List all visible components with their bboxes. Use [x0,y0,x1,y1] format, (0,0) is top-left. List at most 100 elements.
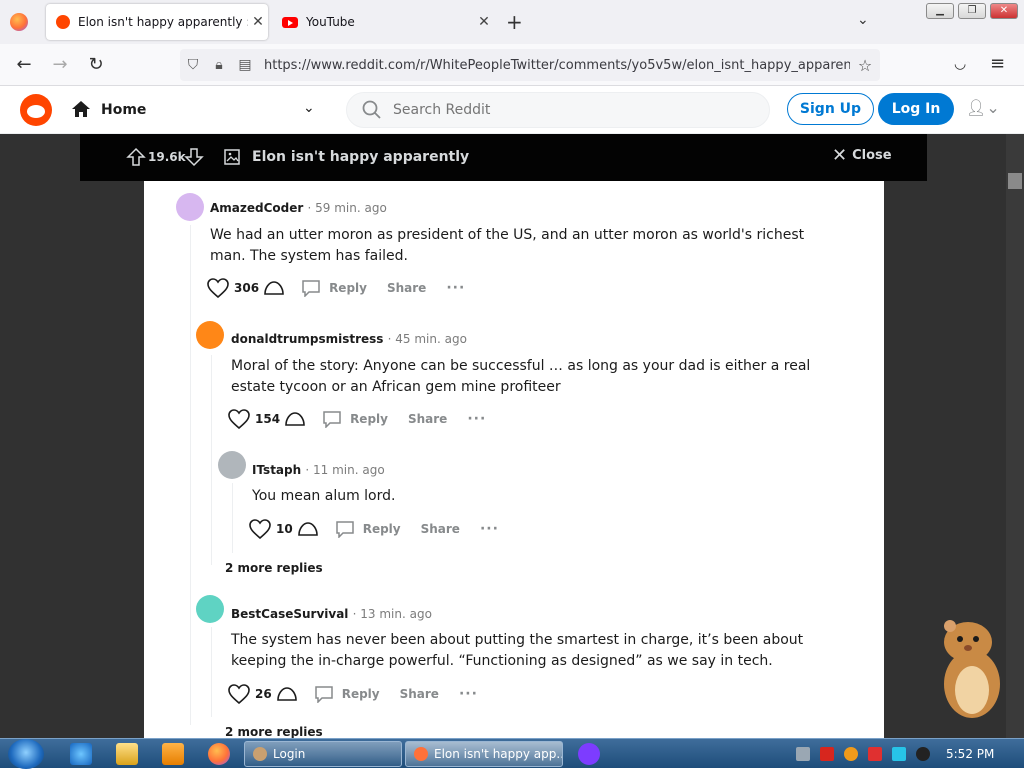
home-icon[interactable] [70,98,92,120]
pocket-icon[interactable]: ◡ [954,56,966,72]
url-bar[interactable]: ⛉ 🔒︎ ▤ https://www.reddit.com/r/WhitePeo… [180,49,880,81]
comment-author[interactable]: BestCaseSurvival [231,607,348,621]
avatar[interactable] [196,595,224,623]
volume-tray-icon[interactable] [916,747,930,761]
url-text[interactable]: https://www.reddit.com/r/WhitePeopleTwit… [264,58,850,73]
hamster-mascot-icon[interactable] [930,612,1010,722]
avatar[interactable] [196,321,224,349]
downvote-icon[interactable] [276,684,298,704]
share-button[interactable]: Share [387,281,426,295]
reply-icon[interactable] [314,685,334,703]
vote-count: 19.6k [148,150,186,164]
downvote-icon[interactable] [284,409,306,429]
display-tray-icon[interactable] [892,747,906,761]
tab-reddit-post[interactable]: Elon isn't happy apparently : Wh ✕ [46,4,268,40]
reply-button[interactable]: Reply [350,412,388,426]
search-input[interactable] [393,102,733,118]
downvote-icon[interactable] [263,278,285,298]
search-box[interactable] [346,92,770,128]
comment-time[interactable]: 45 min. ago [395,332,467,346]
more-options-icon[interactable]: ··· [480,521,499,537]
close-tab-icon[interactable]: ✕ [248,14,268,30]
thread-line[interactable] [211,627,212,717]
thread-line[interactable] [232,483,233,553]
firefox-icon[interactable] [10,13,28,31]
reader-view-icon[interactable]: ▤ [232,57,258,73]
media-player-icon[interactable] [162,743,184,765]
reload-icon[interactable]: ↻ [84,53,108,77]
reply-icon[interactable] [301,279,321,297]
share-button[interactable]: Share [421,522,460,536]
close-tab-icon[interactable]: ✕ [474,14,494,30]
thread-line[interactable] [211,355,212,565]
upvote-heart-icon[interactable] [248,518,272,540]
lock-icon[interactable]: 🔒︎ [206,57,232,73]
comment-time[interactable]: 11 min. ago [313,463,385,477]
tab-title: Elon isn't happy apparently : Wh [78,15,248,29]
shield-icon[interactable]: ⛉ [180,57,206,73]
comment-score: 154 [255,412,281,426]
tray-icon[interactable] [820,747,834,761]
more-options-icon[interactable]: ··· [446,280,465,296]
reply-icon[interactable] [322,410,342,428]
share-button[interactable]: Share [400,687,439,701]
taskbar-task-login[interactable]: Login [244,741,402,767]
comment-author-line: ITstaph · 11 min. ago [252,463,385,477]
taskbar-task-firefox[interactable]: Elon isn't happy app... [405,741,563,767]
chevron-down-icon[interactable]: ⌄ [303,100,315,116]
window-minimize-button[interactable]: ▁ [926,3,954,19]
upvote-arrow-icon[interactable] [126,147,146,167]
reply-button[interactable]: Reply [329,281,367,295]
internet-explorer-icon[interactable] [70,743,92,765]
more-replies-link[interactable]: 2 more replies [225,725,323,738]
downvote-arrow-icon[interactable] [184,147,204,167]
window-close-button[interactable]: ✕ [990,3,1018,19]
scrollbar-thumb[interactable] [1008,173,1022,189]
search-tray-icon[interactable] [844,747,858,761]
avatar[interactable] [176,193,204,221]
sign-up-button[interactable]: Sign Up [787,93,874,125]
comment-actions: 306 Reply Share ··· [206,277,465,299]
reply-icon[interactable] [335,520,355,538]
avatar[interactable] [218,451,246,479]
back-arrow-icon[interactable]: ← [12,53,36,77]
comment-author[interactable]: donaldtrumpsmistress [231,332,383,346]
home-label[interactable]: Home [101,102,146,118]
comment-author[interactable]: ITstaph [252,463,301,477]
firefox-taskbar-icon[interactable] [208,743,230,765]
more-options-icon[interactable]: ··· [467,411,486,427]
comment-time[interactable]: 13 min. ago [360,607,432,621]
comment-author-line: AmazedCoder · 59 min. ago [210,201,387,215]
thread-line[interactable] [190,225,191,725]
reply-button[interactable]: Reply [363,522,401,536]
flag-tray-icon[interactable] [868,747,882,761]
window-maximize-button[interactable]: ❐ [958,3,986,19]
comment-author[interactable]: AmazedCoder [210,201,303,215]
share-button[interactable]: Share [408,412,447,426]
more-options-icon[interactable]: ··· [459,686,478,702]
image-post-icon [224,149,240,165]
chevron-down-icon[interactable]: ⌄ [857,12,869,28]
comment-time[interactable]: 59 min. ago [315,201,387,215]
bookmark-star-icon[interactable]: ☆ [850,56,880,75]
tab-title: YouTube [306,15,355,29]
reddit-logo-icon[interactable] [20,94,52,126]
taskbar-clock[interactable]: 5:52 PM [946,747,994,761]
tray-icon[interactable] [796,747,810,761]
start-button[interactable] [8,739,44,769]
user-menu-icon[interactable]: 👤︎⌄ [966,98,1000,117]
upvote-heart-icon[interactable] [206,277,230,299]
hamburger-menu-icon[interactable]: ≡ [990,53,1005,74]
tab-youtube[interactable]: YouTube ✕ [272,4,494,40]
upvote-heart-icon[interactable] [227,408,251,430]
upvote-heart-icon[interactable] [227,683,251,705]
private-browsing-icon[interactable] [578,743,600,765]
downvote-icon[interactable] [297,519,319,539]
reply-button[interactable]: Reply [342,687,380,701]
forward-arrow-icon[interactable]: → [48,53,72,77]
file-explorer-icon[interactable] [116,743,138,765]
close-post-button[interactable]: ✕ Close [832,146,892,164]
more-replies-link[interactable]: 2 more replies [225,561,323,575]
log-in-button[interactable]: Log In [878,93,954,125]
new-tab-icon[interactable]: + [506,10,523,34]
